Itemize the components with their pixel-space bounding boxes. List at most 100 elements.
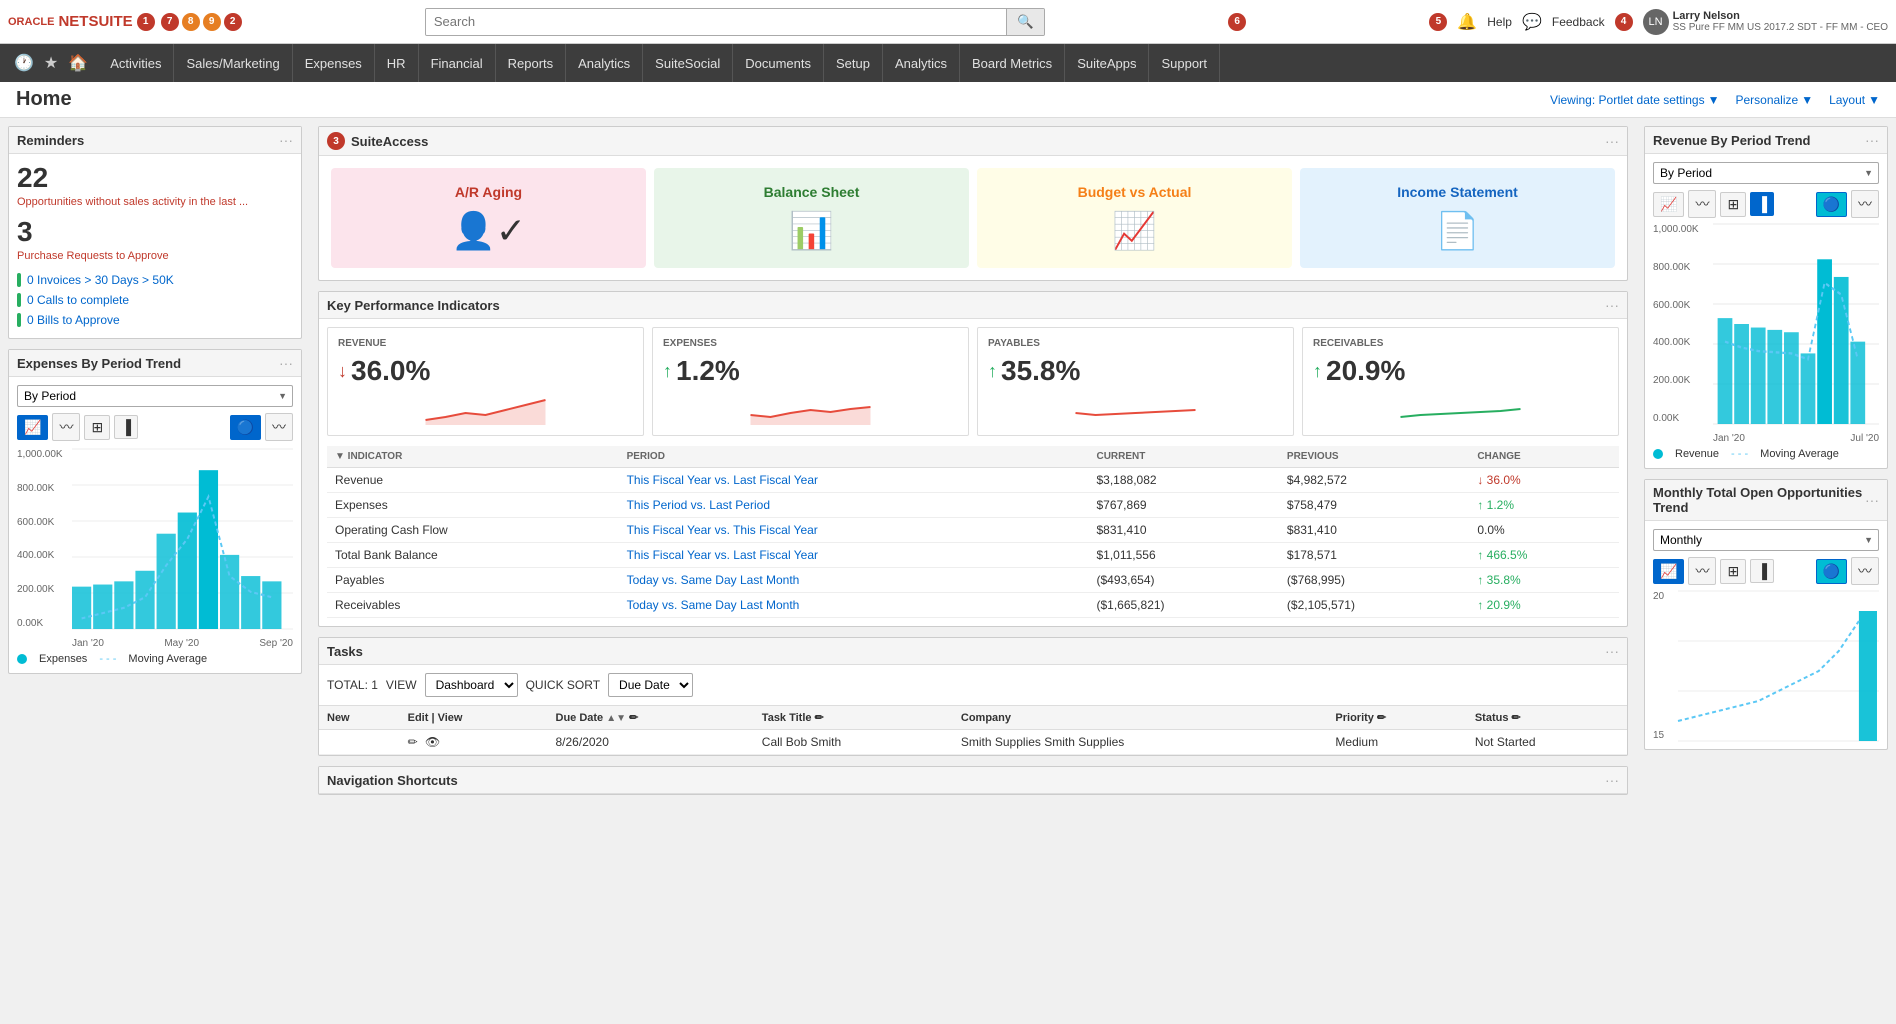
chat-icon[interactable]: 💬 [1522,12,1542,32]
monthly-type-2[interactable]: 〰 [1851,557,1879,585]
layout-button[interactable]: Layout ▼ [1829,93,1880,107]
quick-sort-select[interactable]: Due Date [608,673,693,697]
suite-access-dots[interactable]: ··· [1605,133,1619,149]
chart-toolbar-expenses: 📈 〰 ⊞ ▐ 🔵 〰 [17,413,293,441]
nav-hr[interactable]: HR [375,44,419,82]
expenses-legend-dot [17,654,27,664]
expenses-legend: Expenses - - - Moving Average [17,653,293,665]
kpi-dots[interactable]: ··· [1605,297,1619,313]
chart-type-area[interactable]: 🔵 [230,415,261,440]
nav-board-metrics[interactable]: Board Metrics [960,44,1065,82]
tasks-view-select[interactable]: Dashboard [425,673,518,697]
bar-chart-btn[interactable]: ▐ [114,415,138,439]
nav-activities[interactable]: Activities [98,44,174,82]
search-button[interactable]: 🔍 [1006,9,1044,35]
kpi-row-bankbalance: Total Bank Balance This Fiscal Year vs. … [327,543,1619,568]
reminders-dots[interactable]: ··· [279,132,293,148]
task-title-1: Call Bob Smith [754,730,953,755]
revenue-trend-dots[interactable]: ··· [1865,132,1879,148]
nav-reports[interactable]: Reports [496,44,567,82]
monthly-type-1[interactable]: 🔵 [1816,559,1847,584]
nav-shortcuts-dots[interactable]: ··· [1605,772,1619,788]
viewing-portlet-dropdown[interactable]: Viewing: Portlet date settings ▼ [1550,93,1719,107]
rev-area-btn[interactable]: ⊞ [1720,192,1746,217]
monthly-period-select[interactable]: Monthly [1653,529,1879,551]
tasks-header: Tasks ··· [319,638,1627,665]
kpi-current-payables: ($493,654) [1088,568,1278,593]
monthly-period-wrapper: Monthly [1653,529,1879,551]
monthly-spline-btn[interactable]: 〰 [1688,557,1716,585]
rev-bar-btn[interactable]: ▐ [1750,192,1774,216]
revenue-trend-portlet: Revenue By Period Trend ··· By Period 📈 … [1644,126,1888,469]
badge-8: 8 [182,13,200,31]
budget-actual-title: Budget vs Actual [1078,184,1192,200]
kpi-row-revenue: Revenue This Fiscal Year vs. Last Fiscal… [327,468,1619,493]
chart-type-line[interactable]: 〰 [265,413,293,441]
suite-card-ar-aging[interactable]: A/R Aging 👤✓ [331,168,646,268]
ar-aging-icon: 👤✓ [451,210,526,252]
kpi-current-receivables: ($1,665,821) [1088,593,1278,618]
help-link[interactable]: Help [1487,15,1512,29]
reminder-text-1[interactable]: Opportunities without sales activity in … [17,196,248,208]
search-input[interactable] [426,9,1006,35]
clock-icon[interactable]: 🕐 [10,49,38,77]
monthly-trend-dots[interactable]: ··· [1865,492,1879,508]
suite-card-budget-actual[interactable]: Budget vs Actual 📈 [977,168,1292,268]
kpi-previous-expenses: $758,479 [1279,493,1469,518]
expenses-trend-dots[interactable]: ··· [279,355,293,371]
revenue-chart-plot [1713,224,1879,424]
home-icon[interactable]: 🏠 [64,49,92,77]
nav-documents[interactable]: Documents [733,44,824,82]
rev-spline-btn[interactable]: 〰 [1688,190,1716,218]
view-icon[interactable]: 👁 [425,735,440,749]
nav-setup[interactable]: Setup [824,44,883,82]
kpi-period-expenses: This Period vs. Last Period [619,493,1089,518]
expenses-legend-label: Expenses [39,653,87,665]
tasks-view-label: VIEW [386,678,417,692]
suite-card-balance-sheet[interactable]: Balance Sheet 📊 [654,168,969,268]
nav-suite-apps[interactable]: SuiteApps [1065,44,1149,82]
rev-type-1[interactable]: 🔵 [1816,192,1847,217]
rev-type-2[interactable]: 〰 [1851,190,1879,218]
nav-financial[interactable]: Financial [419,44,496,82]
left-panel: Reminders ··· 22 Opportunities without s… [0,118,310,1024]
kpi-row-expenses: Expenses This Period vs. Last Period $76… [327,493,1619,518]
spline-chart-btn[interactable]: 〰 [52,413,80,441]
monthly-area-btn[interactable]: ⊞ [1720,559,1746,584]
nav-analytics-2[interactable]: Analytics [883,44,960,82]
suite-card-income-statement[interactable]: Income Statement 📄 [1300,168,1615,268]
kpi-current-cashflow: $831,410 [1088,518,1278,543]
rev-line-btn[interactable]: 📈 [1653,192,1684,217]
nav-suite-social[interactable]: SuiteSocial [643,44,733,82]
nav-sales-marketing[interactable]: Sales/Marketing [174,44,292,82]
revenue-legend-label: Revenue [1675,448,1719,460]
nav-expenses[interactable]: Expenses [293,44,375,82]
personalize-button[interactable]: Personalize ▼ [1735,93,1813,107]
col-priority: Priority ✏ [1327,706,1466,730]
nav-support[interactable]: Support [1149,44,1220,82]
reminder-text-2[interactable]: Purchase Requests to Approve [17,250,169,262]
reminder-invoices[interactable]: 0 Invoices > 30 Days > 50K [27,273,174,287]
monthly-bar-btn[interactable]: ▐ [1750,559,1774,583]
tasks-dots[interactable]: ··· [1605,643,1619,659]
nav-analytics-1[interactable]: Analytics [566,44,643,82]
monthly-trend-body: Monthly 📈 〰 ⊞ ▐ 🔵 〰 20 15 [1645,521,1887,749]
logo: ORACLE NETSUITE 1 [8,13,155,31]
reminder-calls[interactable]: 0 Calls to complete [27,293,129,307]
line-chart-btn[interactable]: 📈 [17,415,48,440]
star-icon[interactable]: ★ [40,49,62,77]
kpi-col-indicator: ▼ INDICATOR [327,446,619,468]
kpi-row-receivables: Receivables Today vs. Same Day Last Mont… [327,593,1619,618]
expenses-period-select[interactable]: By Period [17,385,293,407]
revenue-period-select[interactable]: By Period [1653,162,1879,184]
reminder-bills[interactable]: 0 Bills to Approve [27,313,120,327]
area-chart-btn[interactable]: ⊞ [84,415,110,440]
kpi-value-payables: ↑ 35.8% [988,355,1283,387]
task-company-1: Smith Supplies Smith Supplies [953,730,1328,755]
feedback-link[interactable]: Feedback [1552,15,1605,29]
edit-icon[interactable]: ✏ [408,735,418,749]
notifications-icon[interactable]: 🔔 [1457,12,1477,32]
monthly-line-btn[interactable]: 📈 [1653,559,1684,584]
header-controls: Viewing: Portlet date settings ▼ Persona… [1550,93,1880,107]
kpi-indicator-expenses: Expenses [327,493,619,518]
